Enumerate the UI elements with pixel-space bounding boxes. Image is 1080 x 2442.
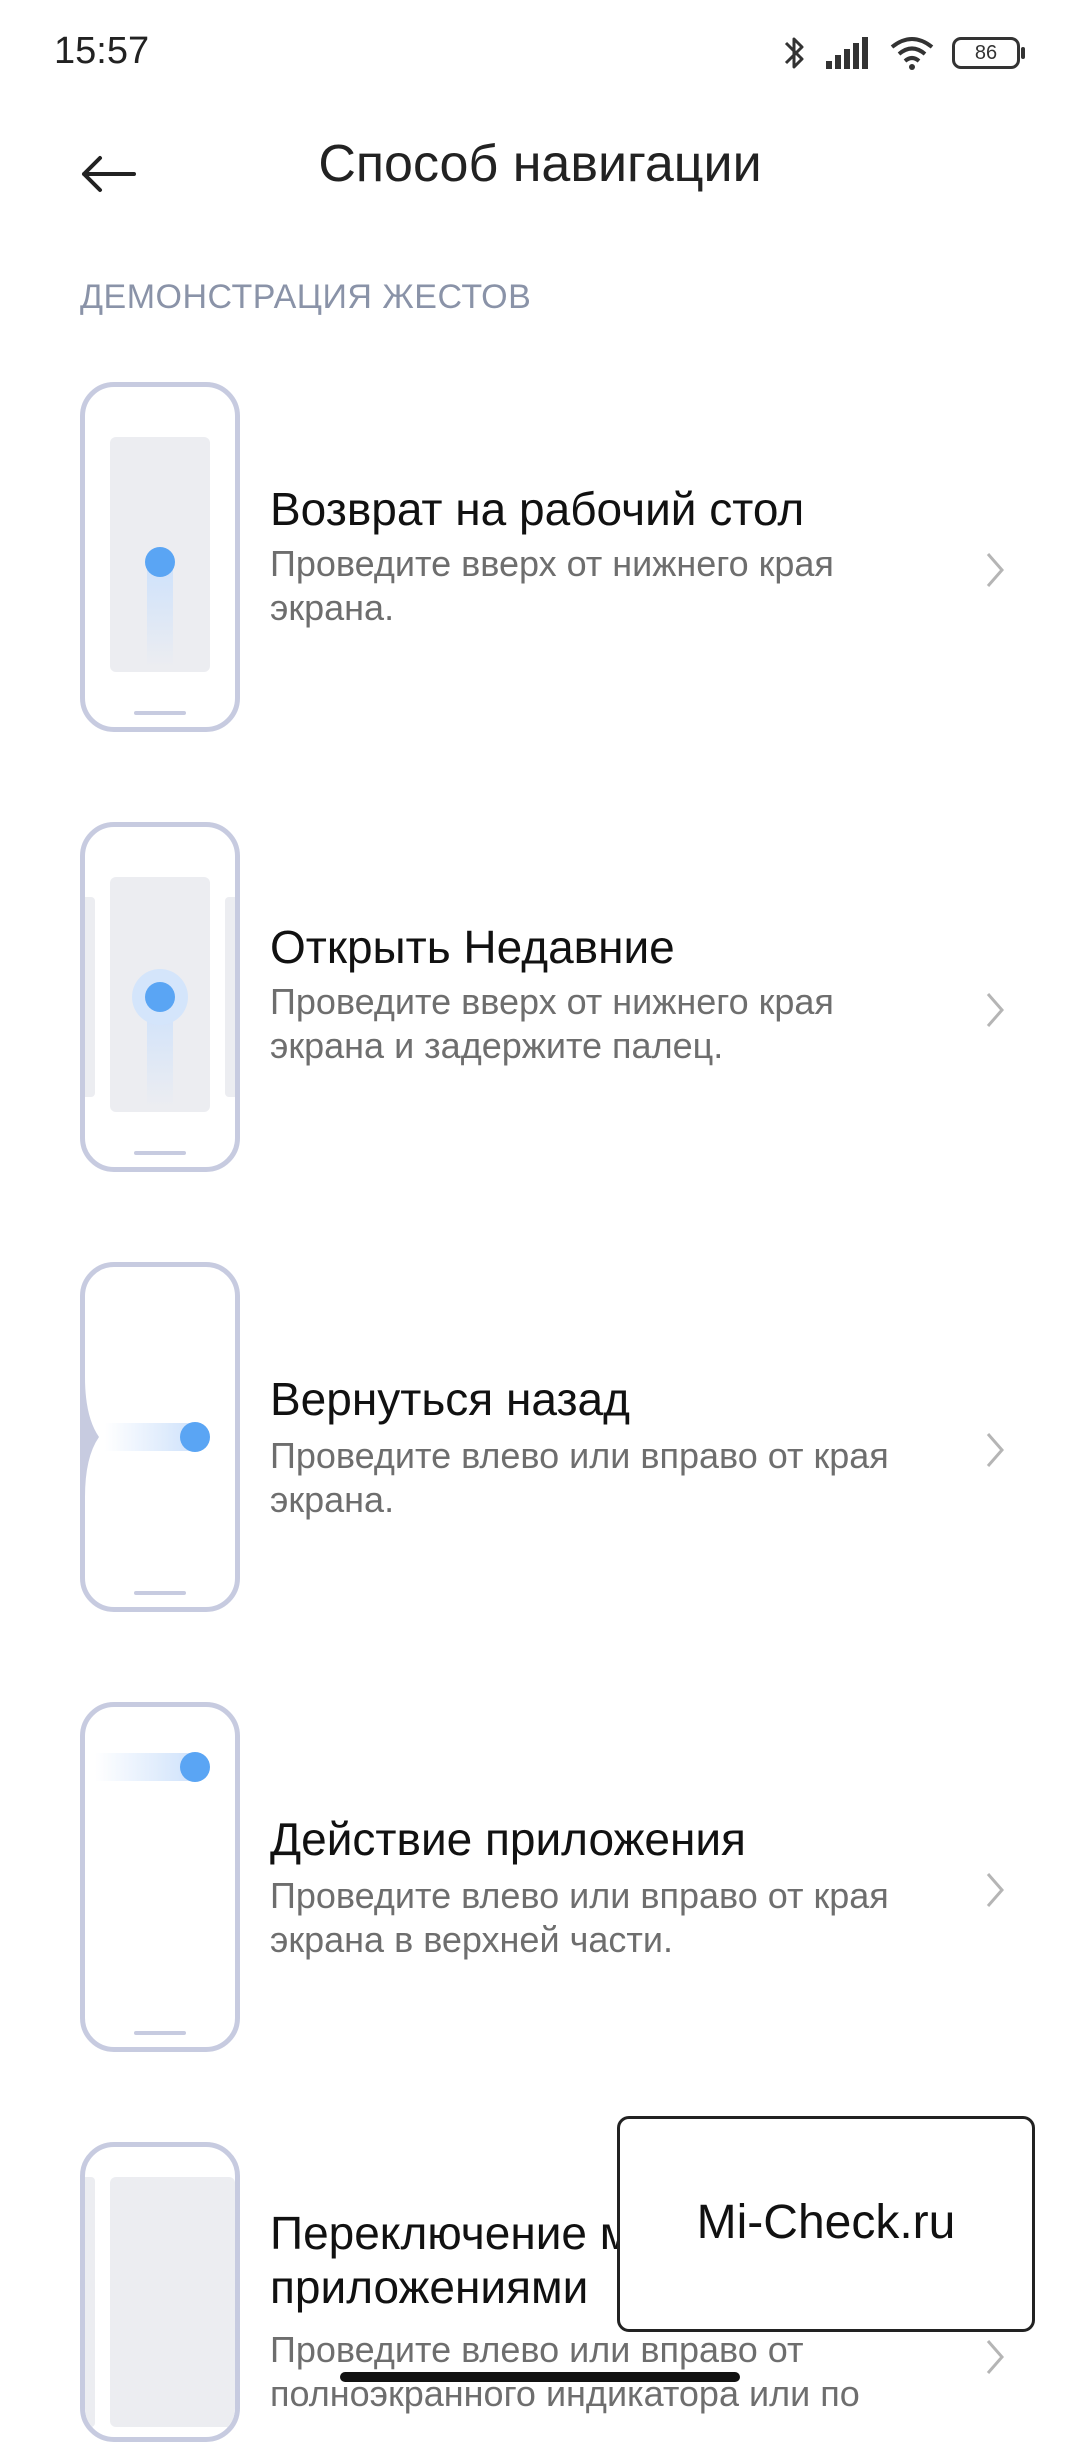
home-bar <box>134 711 186 715</box>
battery-level: 86 <box>974 41 998 64</box>
item-description: Проведите влево или вправо от края экран… <box>270 1435 889 1520</box>
gesture-item-back[interactable]: Вернуться назад Проведите влево или впра… <box>0 1262 1080 1622</box>
item-description: Проведите вверх от нижнего края экрана и… <box>270 981 834 1066</box>
status-bar: 15:57 86 <box>0 0 1080 110</box>
bluetooth-icon <box>784 37 804 69</box>
gesture-illustration <box>80 1262 240 1612</box>
gesture-illustration <box>80 1702 240 2052</box>
gesture-item-app-action[interactable]: Действие приложения Проведите влево или … <box>0 1702 1080 2062</box>
chevron-right-icon <box>970 1865 1020 1915</box>
item-description: Проведите вверх от нижнего края экрана. <box>270 543 834 628</box>
header: Способ навигации <box>0 110 1080 220</box>
item-title: Возврат на рабочий стол <box>270 483 805 535</box>
wifi-icon <box>890 37 934 70</box>
battery-icon: 86 <box>952 37 1025 69</box>
home-bar <box>134 1591 186 1595</box>
gesture-illustration <box>80 2142 240 2442</box>
watermark-text: Mi-Check.ru <box>696 2196 956 2249</box>
home-bar <box>134 1151 186 1155</box>
item-title: Открыть Недавние <box>270 921 675 973</box>
item-title: Действие приложения <box>270 1813 746 1865</box>
item-title: Вернуться назад <box>270 1373 630 1425</box>
status-time: 15:57 <box>54 30 150 72</box>
gesture-item-recents[interactable]: Открыть Недавние Проведите вверх от нижн… <box>0 822 1080 1182</box>
chevron-right-icon <box>970 545 1020 595</box>
gesture-illustration <box>80 822 240 1172</box>
gesture-item-home[interactable]: Возврат на рабочий стол Проведите вверх … <box>0 382 1080 742</box>
chevron-right-icon <box>970 985 1020 1035</box>
chevron-right-icon <box>970 2332 1020 2382</box>
page-title: Способ навигации <box>318 135 762 193</box>
status-icons: 86 <box>782 30 1025 76</box>
section-label: ДЕМОНСТРАЦИЯ ЖЕСТОВ <box>80 278 532 316</box>
signal-icon <box>826 37 868 69</box>
gesture-illustration <box>80 382 240 732</box>
home-bar <box>134 2031 186 2035</box>
watermark-callout: Mi-Check.ru <box>617 2116 1035 2332</box>
chevron-right-icon <box>970 1425 1020 1475</box>
navigation-handle[interactable] <box>340 2372 740 2382</box>
item-description: Проведите влево или вправо от края экран… <box>270 1875 889 1960</box>
